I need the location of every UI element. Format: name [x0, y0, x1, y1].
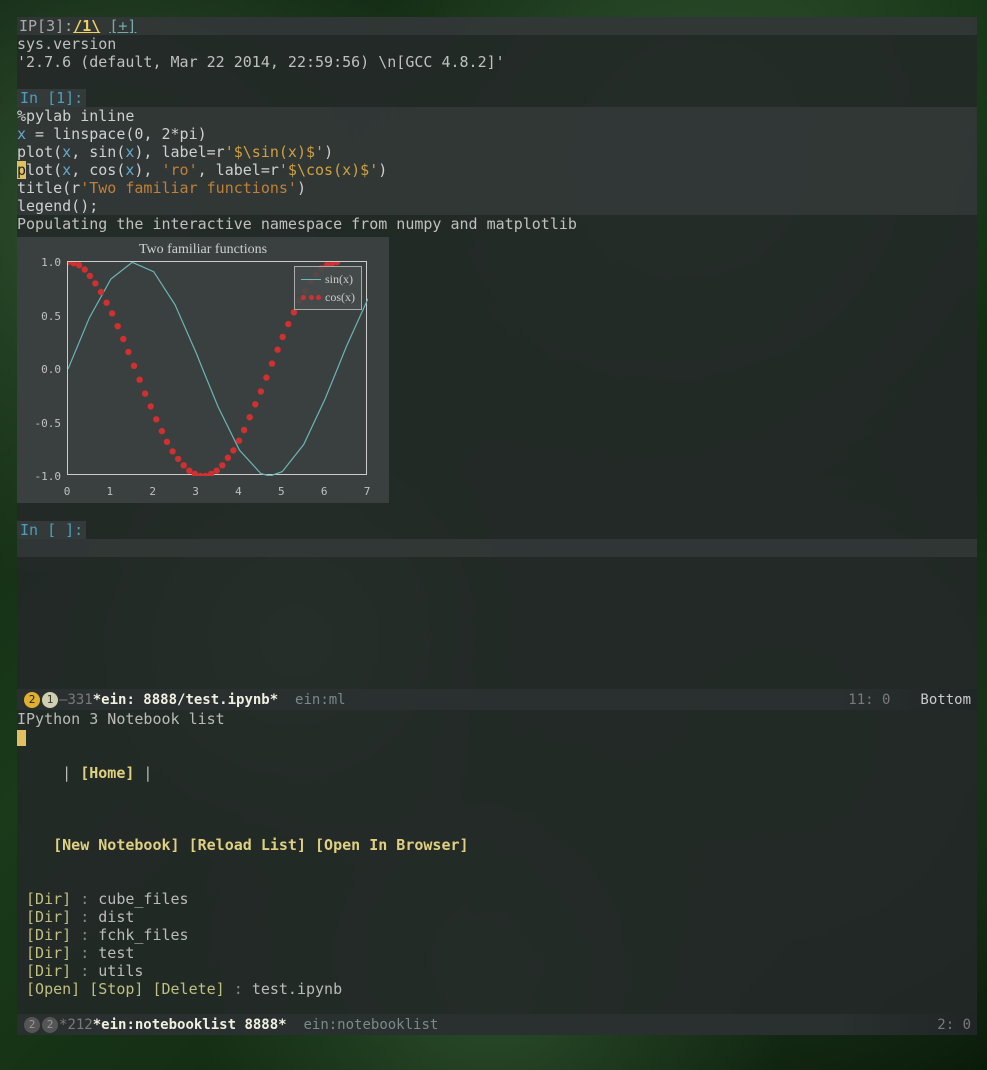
open-in-browser-button[interactable]: [Open In Browser] [315, 836, 469, 854]
cell3-line2: '2.7.6 (default, Mar 22 2014, 22:59:56) … [17, 53, 977, 71]
c1-l3[interactable]: plot(x, sin(x), label=r'$\sin(x)$') [17, 143, 977, 161]
cursor-icon [17, 730, 26, 746]
tab-active[interactable]: /1\ [73, 17, 100, 35]
plot-legend: sin(x) cos(x) [294, 266, 362, 310]
plot-title: Two familiar functions [17, 241, 389, 259]
ml2-mode: ein:notebooklist [303, 1016, 438, 1034]
notebooklist-pane: IPython 3 Notebook list | [Home] | [New … [17, 710, 977, 1014]
ml1-bufname: *ein: 8888/test.ipynb* [93, 691, 278, 709]
cell1-label: In [1]: [17, 89, 86, 107]
cell1-body[interactable]: %pylab inline x = linspace(0, 2*pi) plot… [17, 107, 977, 215]
nb-stop-button[interactable]: [Stop] [89, 980, 143, 998]
tab-prefix: IP[3]: [19, 17, 73, 35]
bar-r: | [134, 764, 161, 782]
workspace2-badge-b[interactable]: 2 [42, 1017, 58, 1033]
tab-plus[interactable]: [+] [109, 17, 136, 35]
ml1-mode: ein:ml [295, 691, 346, 709]
tab-bar: IP[3]: /1\ [+] [17, 17, 977, 35]
cell3-line1[interactable]: sys.version [17, 35, 977, 53]
nb-open-button[interactable]: [Open] [26, 980, 80, 998]
plot-output: Two familiar functions sin(x) cos(x) -1.… [17, 237, 389, 503]
dir-name-0: cube_files [98, 890, 188, 908]
ml1-dash: — [59, 691, 67, 709]
dir-name-2: fchk_files [98, 926, 188, 944]
ml1-bottom: Bottom [920, 691, 971, 709]
legend-line-icon [301, 279, 321, 280]
ml2-bufname: *ein:notebooklist 8888* [93, 1016, 287, 1034]
dir-link-4[interactable]: [Dir] [26, 962, 71, 980]
workspace-badge-a[interactable]: 2 [24, 692, 40, 708]
legend-dots-icon [301, 295, 321, 300]
dir-name-4: utils [98, 962, 143, 980]
ml2-star: * [59, 1016, 67, 1034]
new-notebook-button[interactable]: [New Notebook] [53, 836, 179, 854]
nb-filename: test.ipynb [252, 980, 342, 998]
reload-list-button[interactable]: [Reload List] [189, 836, 306, 854]
plot-area: sin(x) cos(x) [67, 261, 367, 475]
home-link[interactable]: [Home] [80, 764, 134, 782]
c1-l4[interactable]: plot(x, cos(x), 'ro', label=r'$\cos(x)$'… [17, 161, 977, 179]
c1-l2[interactable]: x = linspace(0, 2*pi) [17, 125, 977, 143]
empty-cell-label: In [ ]: [17, 521, 86, 539]
dir-link-0[interactable]: [Dir] [26, 890, 71, 908]
legend-sin: sin(x) [325, 270, 353, 288]
text-cursor: p [17, 161, 26, 179]
workspace2-badge-a[interactable]: 2 [24, 1017, 40, 1033]
nb-delete-button[interactable]: [Delete] [152, 980, 224, 998]
nblist-title: IPython 3 Notebook list [17, 710, 977, 728]
cell1-stdout: Populating the interactive namespace fro… [17, 215, 977, 233]
ml2-pct: 212 [67, 1016, 92, 1034]
modeline-bottom: 2 2 * 212 *ein:notebooklist 8888* ein:no… [17, 1014, 977, 1035]
bar-l: | [53, 764, 80, 782]
c1-l6[interactable]: legend(); [17, 197, 977, 215]
dir-name-3: test [98, 944, 134, 962]
ml2-pos: 2: 0 [937, 1016, 971, 1034]
dir-link-1[interactable]: [Dir] [26, 908, 71, 926]
ml1-pct: 331 [67, 691, 92, 709]
dir-name-1: dist [98, 908, 134, 926]
c1-l5[interactable]: title(r'Two familiar functions') [17, 179, 977, 197]
modeline-top: 2 1 — 331 *ein: 8888/test.ipynb* ein:ml … [17, 689, 977, 710]
empty-cell[interactable] [17, 539, 977, 557]
ml1-pos: 11: 0 [848, 691, 890, 709]
dir-link-3[interactable]: [Dir] [26, 944, 71, 962]
workspace-badge-b[interactable]: 1 [42, 692, 58, 708]
notebook-pane: IP[3]: /1\ [+] sys.version '2.7.6 (defau… [17, 17, 977, 689]
legend-cos: cos(x) [325, 288, 355, 306]
dir-link-2[interactable]: [Dir] [26, 926, 71, 944]
c1-l1[interactable]: %pylab inline [17, 107, 977, 125]
